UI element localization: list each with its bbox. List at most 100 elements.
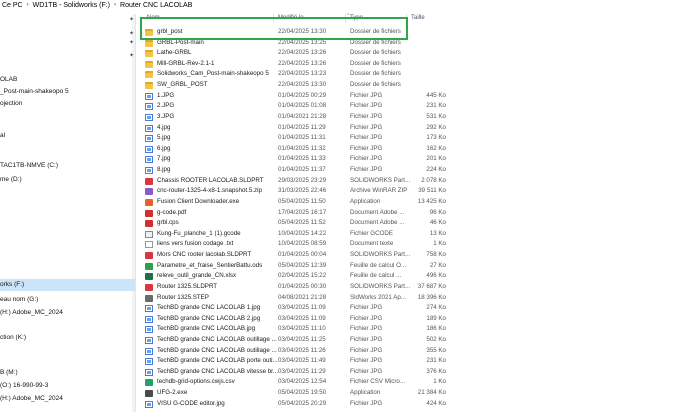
nav-item[interactable]: (H:) Adobe_MC_2024 xyxy=(0,393,135,405)
file-row[interactable]: liens vers fusion codage .txt 10/04/2025 … xyxy=(140,239,450,250)
file-name: TechBD grande CNC LACOLAB outillage ... xyxy=(157,335,277,343)
file-size: 231 Ko xyxy=(426,102,446,110)
breadcrumb-item[interactable]: Router CNC LACOLAB xyxy=(120,2,192,9)
file-row[interactable]: releve_outil_grande_CN.xlsx 02/04/2025 15… xyxy=(140,271,450,282)
file-row[interactable]: Router 1325.SLDPRT 01/04/2025 00:30 SOLIDW… xyxy=(140,282,450,293)
file-row[interactable]: Mill-GRBL-Rev-2.1-1 22/04/2025 13:26 Dossi… xyxy=(140,59,450,70)
nav-item-label: (H:) Adobe_MC_2024 xyxy=(0,395,63,402)
file-type: Application xyxy=(350,197,381,205)
file-row[interactable]: TechBD grande CNC LACOLAB vitesse br... 0… xyxy=(140,367,450,378)
file-date: 05/04/2025 20:29 xyxy=(278,399,327,407)
nav-item[interactable] xyxy=(0,320,135,332)
pin-icon[interactable]: ✦ xyxy=(129,52,135,60)
file-row[interactable]: 5.jpg 01/04/2025 11:31 Fichier JPG 173 Ko xyxy=(140,133,450,144)
file-row[interactable]: Solidworks_Cam_Post-main-shakeopo 5 22/04… xyxy=(140,69,450,80)
file-size: 13 Ko xyxy=(429,229,446,237)
nav-item[interactable]: ction (K:) xyxy=(0,332,135,344)
file-row[interactable]: Lathe-GRBL 22/04/2025 13:26 Dossier de fic… xyxy=(140,48,450,59)
file-row[interactable]: 2.JPG 01/04/2025 01:08 Fichier JPG 231 Ko xyxy=(140,101,450,112)
file-date: 03/04/2025 11:09 xyxy=(278,314,326,322)
nav-item[interactable]: eau nom (G:) xyxy=(0,294,135,306)
file-row[interactable]: Chassis ROOTER LACOLAB.SLDPRT 29/03/2025 … xyxy=(140,176,450,187)
chevron-right-icon[interactable]: › xyxy=(114,2,116,8)
nav-item[interactable]: orks (F:) xyxy=(0,279,135,291)
file-row[interactable]: 7.jpg 01/04/2025 11:33 Fichier JPG 201 Ko xyxy=(140,154,450,165)
nav-item[interactable] xyxy=(0,110,135,122)
jpg-file-icon xyxy=(145,124,153,132)
nav-item[interactable]: me (D:) xyxy=(0,174,135,186)
folder-file-icon xyxy=(145,60,153,68)
file-name: TechBD grande CNC LACOLAB vitesse br... xyxy=(157,367,279,375)
file-row[interactable]: TechBD grande CNC LACOLAB 2.jpg 03/04/202… xyxy=(140,314,450,325)
file-type: Fichier JPG xyxy=(350,155,383,163)
nav-item[interactable]: ✦ xyxy=(0,52,135,64)
jpg-file-icon xyxy=(145,368,153,376)
file-row[interactable]: TechBD grande CNC LACOLAB outillage ... 0… xyxy=(140,335,450,346)
pin-icon[interactable]: ✦ xyxy=(129,39,135,47)
txt-file-icon xyxy=(145,241,153,249)
file-row[interactable]: Router 1325.STEP 04/08/2021 21:28 SldWorks… xyxy=(140,293,450,304)
file-row[interactable]: Fusion Client Downloader.exe 05/04/2025 1… xyxy=(140,197,450,208)
breadcrumb[interactable]: Ce PC › WD1TB - Solidworks (F:) › Router CNC… xyxy=(0,0,690,10)
file-row[interactable]: cnc-router-1325-4-x8-1.snapshot.5.zip 31/… xyxy=(140,186,450,197)
nav-item[interactable]: TAC1TB-NMVE (C:) xyxy=(0,160,135,172)
file-row[interactable]: 8.jpg 01/04/2025 11:37 Fichier JPG 224 Ko xyxy=(140,165,450,176)
file-date: 10/04/2025 14:22 xyxy=(278,229,327,237)
file-type: Document texte xyxy=(350,240,394,248)
file-row[interactable]: Kung-Fu_planche_1 (1).gcode 10/04/2025 14… xyxy=(140,229,450,240)
nav-item[interactable]: al xyxy=(0,130,135,142)
column-header-size[interactable]: Taille xyxy=(411,13,425,23)
file-size: 37 687 Ko xyxy=(417,282,446,290)
file-row[interactable]: SW_GRBL_POST 22/04/2025 13:30 Dossier de f… xyxy=(140,80,450,91)
file-date: 02/04/2025 15:22 xyxy=(278,272,327,280)
pin-icon[interactable]: ✦ xyxy=(129,16,135,24)
file-row[interactable]: 6.jpg 01/04/2025 11:32 Fichier JPG 162 Ko xyxy=(140,144,450,155)
file-row[interactable]: grbl.cps 05/04/2025 11:52 Document Adobe .… xyxy=(140,218,450,229)
nav-item[interactable] xyxy=(0,186,135,198)
file-row[interactable]: Parametre_et_fraise_SentierBattu.ods 05/0… xyxy=(140,261,450,272)
nav-item[interactable]: _Post-main-shakeopo 5 xyxy=(0,86,135,98)
file-date: 04/08/2021 21:28 xyxy=(278,293,327,301)
file-type: Fichier JPG xyxy=(350,91,383,99)
nav-item[interactable]: (O:) 16-990-99-3 xyxy=(0,380,135,392)
folder-file-icon xyxy=(145,39,153,47)
jpg-file-icon xyxy=(145,156,153,164)
file-row[interactable]: TechBD grande CNC LACOLAB outillage ... 0… xyxy=(140,346,450,357)
file-date: 29/03/2025 23:29 xyxy=(278,176,327,184)
file-type: Fichier JPG xyxy=(350,357,383,365)
nav-item[interactable]: ✦ xyxy=(0,16,135,28)
file-row[interactable]: 4.jpg 01/04/2025 11:29 Fichier JPG 292 Ko xyxy=(140,123,450,134)
sw-file-icon xyxy=(145,283,153,291)
folder-file-icon xyxy=(145,71,153,79)
pin-icon[interactable]: ✦ xyxy=(129,30,135,38)
file-size: 1 Ko xyxy=(433,378,446,386)
file-row[interactable]: VISU G-CODE editor.jpg 05/04/2025 20:29 Fi… xyxy=(140,399,450,410)
jpg-file-icon xyxy=(145,92,153,100)
file-row[interactable]: TechBD grande CNC LACOLAB.jpg 03/04/2025 … xyxy=(140,324,450,335)
file-row[interactable]: g-code.pdf 17/04/2025 16:17 Document Adobe… xyxy=(140,208,450,219)
file-date: 22/04/2025 13:30 xyxy=(278,81,327,89)
nav-item[interactable]: ✦ xyxy=(0,39,135,51)
jpg-file-icon xyxy=(145,315,153,323)
breadcrumb-item[interactable]: Ce PC xyxy=(2,2,23,9)
file-row[interactable]: 1.JPG 01/04/2025 00:29 Fichier JPG 445 Ko xyxy=(140,91,450,102)
file-row[interactable]: Mors CNC rooter lacolab.SLDPRT 01/04/2025… xyxy=(140,250,450,261)
nav-item[interactable]: (H:) Adobe_MC_2024 xyxy=(0,307,135,319)
breadcrumb-item[interactable]: WD1TB - Solidworks (F:) xyxy=(33,2,110,9)
nav-item[interactable] xyxy=(0,142,135,154)
nav-item-label: _Post-main-shakeopo 5 xyxy=(0,88,69,95)
file-type: Fichier JPG xyxy=(350,123,383,131)
file-row[interactable]: techdb-grid-options.cwjs.csv 03/04/2025 1… xyxy=(140,377,450,388)
file-row[interactable]: TechBD grande CNC LACOLAB porte outi... 0… xyxy=(140,356,450,367)
file-row[interactable]: UFG-2.exe 05/04/2025 19:50 Application 21 3… xyxy=(140,388,450,399)
file-size: 292 Ko xyxy=(426,123,446,131)
navigation-pane[interactable]: ✦ ✦ ✦ ✦ OLAB _Post-main-shakeopo 5 ojection al T… xyxy=(0,14,136,412)
nav-item[interactable]: B (M:) xyxy=(0,367,135,379)
chevron-right-icon[interactable]: › xyxy=(27,2,29,8)
nav-item[interactable]: OLAB xyxy=(0,74,135,86)
nav-item[interactable]: ojection xyxy=(0,98,135,110)
file-row[interactable]: TechBD grande CNC LACOLAB 1.jpg 03/04/202… xyxy=(140,303,450,314)
file-row[interactable]: 3.JPG 01/04/2021 21:28 Fichier JPG 531 Ko xyxy=(140,112,450,123)
jpg-file-icon xyxy=(145,135,153,143)
nav-item[interactable] xyxy=(0,346,135,358)
